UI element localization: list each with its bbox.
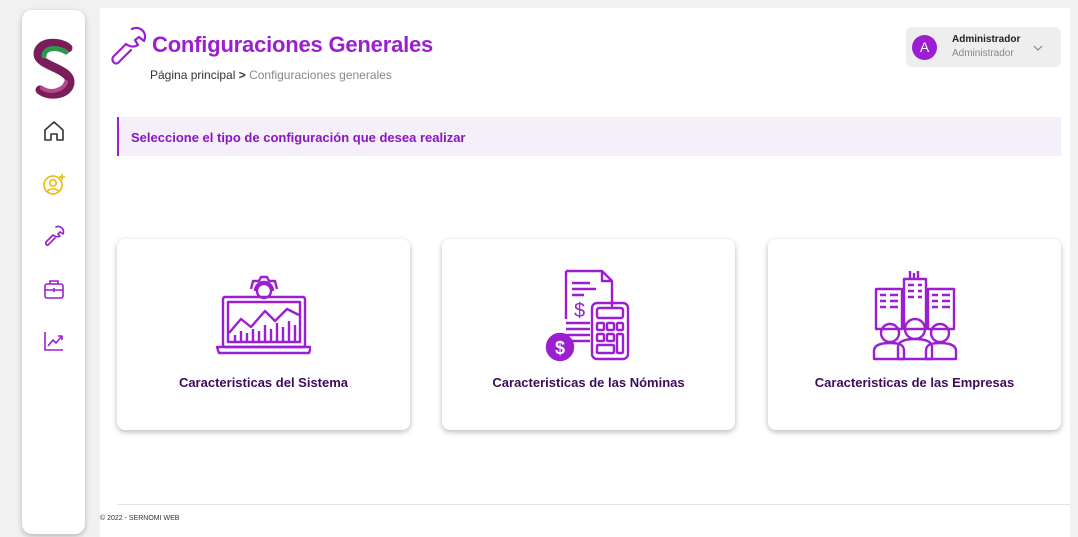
instruction-banner: Seleccione el tipo de configuración que … <box>117 117 1061 156</box>
breadcrumb: Página principal > Configuraciones gener… <box>150 68 392 82</box>
card-system-settings[interactable]: Caracteristicas del Sistema <box>117 239 410 430</box>
sidebar-item-home[interactable] <box>41 118 67 144</box>
footer-divider <box>117 504 1070 505</box>
user-name: Administrador <box>952 34 1021 45</box>
sidebar-item-reports[interactable] <box>41 328 67 354</box>
sidebar-item-settings[interactable] <box>41 223 67 249</box>
add-user-icon <box>41 171 67 197</box>
sidebar-item-users[interactable] <box>41 171 67 197</box>
page-title: Configuraciones Generales <box>152 32 434 57</box>
wrench-icon <box>106 24 150 68</box>
card-label: Caracteristicas de las Empresas <box>814 375 1015 390</box>
system-settings-icon <box>215 267 313 363</box>
sidebar <box>22 10 85 534</box>
home-icon <box>41 118 67 144</box>
card-payroll-settings[interactable]: $ $ Caracteristicas de las Nóminas <box>442 239 735 430</box>
card-company-settings[interactable]: Caracteristicas de las Empresas <box>768 239 1061 430</box>
avatar: A <box>912 35 937 60</box>
trend-chart-icon <box>41 328 67 354</box>
svg-text:$: $ <box>555 338 565 358</box>
chevron-down-icon[interactable] <box>1032 41 1044 53</box>
instruction-text: Seleccione el tipo de configuración que … <box>131 130 466 145</box>
briefcase-icon <box>41 276 67 302</box>
companies-building-icon <box>866 267 962 363</box>
sidebar-item-companies[interactable] <box>41 276 67 302</box>
sernomi-logo[interactable] <box>28 38 80 104</box>
footer-copyright: © 2022 - SERNOMI WEB <box>100 515 180 522</box>
user-role: Administrador <box>952 48 1014 59</box>
breadcrumb-current: Configuraciones generales <box>249 68 392 82</box>
user-menu[interactable]: A Administrador Administrador <box>906 27 1061 67</box>
card-label: Caracteristicas de las Nóminas <box>492 375 685 390</box>
card-label: Caracteristicas del Sistema <box>178 375 349 390</box>
payroll-calculator-icon: $ $ <box>540 267 636 363</box>
wrench-icon <box>41 223 67 249</box>
svg-text:$: $ <box>574 300 585 322</box>
breadcrumb-separator: > <box>238 68 246 82</box>
breadcrumb-home-link[interactable]: Página principal <box>150 68 235 82</box>
